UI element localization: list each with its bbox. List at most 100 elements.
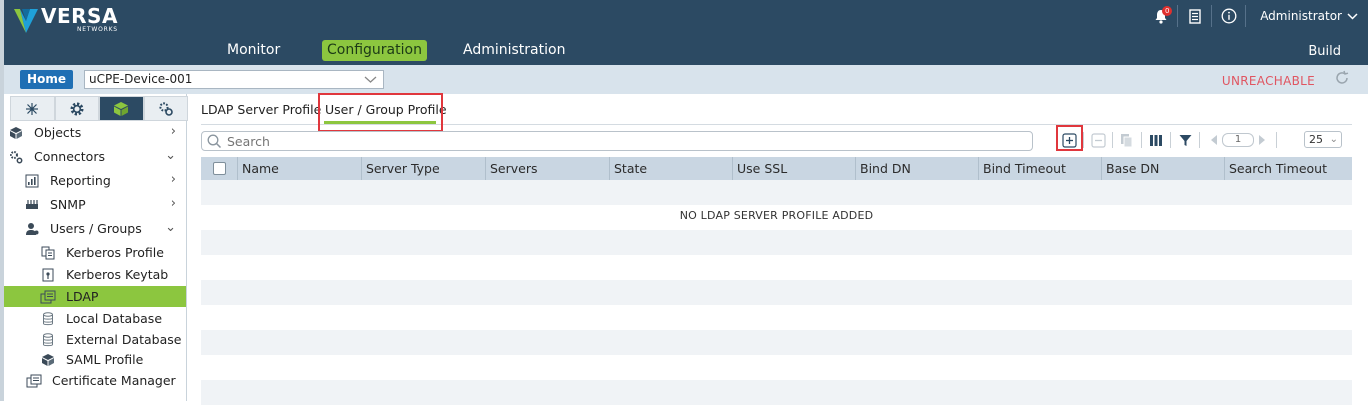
plus-icon <box>1061 132 1077 148</box>
tasks-button[interactable] <box>1178 5 1213 27</box>
sidebar-item-saml-profile[interactable]: SAML Profile <box>4 349 186 370</box>
column-header-servers[interactable]: Servers <box>486 157 610 180</box>
column-header-use-ssl[interactable]: Use SSL <box>733 157 856 180</box>
page-size-select[interactable]: 25 ⌄ <box>1304 131 1342 148</box>
sidebar-item-label: Kerberos Profile <box>66 245 164 260</box>
chevron-right-icon <box>1259 135 1265 145</box>
top-bar: VERSA NETWORKS 0 Administrator Monitor C… <box>0 0 1368 65</box>
services-icon <box>159 101 173 116</box>
build-button[interactable]: Build <box>1308 44 1341 59</box>
table-row <box>201 280 1352 305</box>
cube-icon <box>114 101 129 116</box>
toolbar-separator <box>1170 132 1171 148</box>
page-number-input[interactable]: 1 <box>1222 133 1254 147</box>
sidebar-item-certificate-manager[interactable]: Certificate Manager <box>4 370 186 391</box>
tab-highlight-box <box>318 93 443 132</box>
clipboard-icon <box>1188 8 1201 24</box>
grid-toolbar: 1 <box>1061 129 1283 151</box>
home-button[interactable]: Home <box>20 70 73 89</box>
table-row <box>201 180 1352 205</box>
sidebar-item-ldap[interactable]: LDAP <box>4 286 186 307</box>
user-menu[interactable]: Administrator <box>1260 9 1358 23</box>
sidebar-tab-settings[interactable] <box>54 96 99 121</box>
nav-monitor[interactable]: Monitor <box>222 40 285 61</box>
certificate-icon <box>26 373 42 389</box>
nav-administration[interactable]: Administration <box>458 40 570 61</box>
minus-icon <box>1090 132 1106 148</box>
next-page-button[interactable] <box>1254 132 1270 148</box>
sidebar-item-label: SNMP <box>50 197 86 212</box>
database-icon <box>40 332 56 348</box>
table-row <box>201 230 1352 255</box>
sidebar-item-label: Users / Groups <box>50 221 142 236</box>
chevron-down-icon <box>364 76 377 83</box>
page-size-value: 25 <box>1309 133 1323 146</box>
sidebar-item-reporting[interactable]: Reporting › <box>4 170 186 191</box>
sidebar-item-users-groups[interactable]: Users / Groups ⌄ <box>4 218 186 239</box>
add-button[interactable] <box>1061 132 1077 148</box>
table-row <box>201 305 1352 330</box>
column-header-bind-timeout[interactable]: Bind Timeout <box>979 157 1102 180</box>
cube-icon <box>8 125 24 141</box>
sidebar-item-connectors[interactable]: Connectors ⌄ <box>4 146 186 167</box>
sidebar-item-label: Kerberos Keytab <box>66 267 169 282</box>
sidebar-item-objects[interactable]: Objects › <box>4 122 186 143</box>
device-status: UNREACHABLE <box>1221 74 1315 88</box>
sidebar-item-external-database[interactable]: External Database <box>4 329 186 350</box>
sidebar-tab-objects[interactable] <box>99 96 144 121</box>
sidebar-tab-network[interactable] <box>10 96 55 121</box>
table-row <box>201 255 1352 280</box>
versa-logo[interactable]: VERSA NETWORKS <box>14 6 118 33</box>
columns-button[interactable] <box>1148 132 1164 148</box>
sidebar-item-kerberos-keytab[interactable]: Kerberos Keytab <box>4 264 186 285</box>
select-all-checkbox[interactable] <box>201 157 238 180</box>
column-header-server-type[interactable]: Server Type <box>362 157 486 180</box>
notifications-button[interactable]: 0 <box>1144 5 1179 27</box>
column-header-search-timeout[interactable]: Search Timeout <box>1225 157 1352 180</box>
clone-button[interactable] <box>1119 132 1135 148</box>
user-icon <box>24 221 40 237</box>
search-input[interactable] <box>227 134 1017 148</box>
gear-icon <box>70 102 84 115</box>
nav-configuration[interactable]: Configuration <box>322 40 427 61</box>
copy-icon <box>1121 133 1133 147</box>
sidebar-item-local-database[interactable]: Local Database <box>4 308 186 329</box>
table-row <box>201 330 1352 355</box>
saml-icon <box>40 352 56 368</box>
sidebar-tab-services[interactable] <box>143 96 188 121</box>
info-button[interactable] <box>1212 5 1247 27</box>
sidebar-item-label: Reporting <box>50 173 111 188</box>
chevron-right-icon: › <box>170 172 176 187</box>
sidebar-item-snmp[interactable]: SNMP › <box>4 194 186 215</box>
column-header-name[interactable]: Name <box>238 157 362 180</box>
device-bar: Home uCPE-Device-001 UNREACHABLE <box>0 65 1368 94</box>
toolbar-separator <box>1199 132 1200 148</box>
prev-page-button[interactable] <box>1206 132 1222 148</box>
chart-icon <box>24 173 40 189</box>
chevron-down-icon <box>1347 12 1358 20</box>
ldap-icon <box>40 289 56 305</box>
network-icon <box>26 102 39 115</box>
remove-button[interactable] <box>1090 132 1106 148</box>
refresh-icon[interactable] <box>1334 70 1350 86</box>
profile-icon <box>40 245 56 261</box>
device-select[interactable]: uCPE-Device-001 <box>84 70 384 89</box>
column-header-state[interactable]: State <box>610 157 733 180</box>
chevron-down-icon: ⌄ <box>165 148 176 163</box>
search-field[interactable] <box>201 131 1033 151</box>
sidebar-item-kerberos-profile[interactable]: Kerberos Profile <box>4 242 186 263</box>
search-icon <box>207 134 222 149</box>
tab-ldap-server-profile[interactable]: LDAP Server Profile <box>201 102 321 117</box>
filter-button[interactable] <box>1177 132 1193 148</box>
brand-sub: NETWORKS <box>77 26 118 33</box>
column-header-bind-dn[interactable]: Bind DN <box>856 157 979 180</box>
header-actions: 0 Administrator <box>1144 5 1368 27</box>
chevron-down-icon: ⌄ <box>1329 134 1338 145</box>
notification-badge: 0 <box>1162 6 1173 16</box>
sidebar-item-label: Certificate Manager <box>52 373 176 388</box>
filter-icon <box>1179 134 1191 146</box>
grid-header: Name Server Type Servers State Use SSL B… <box>201 157 1352 180</box>
toolbar-separator <box>1083 132 1084 148</box>
grid-body: NO LDAP SERVER PROFILE ADDED <box>201 180 1352 405</box>
column-header-base-dn[interactable]: Base DN <box>1102 157 1225 180</box>
